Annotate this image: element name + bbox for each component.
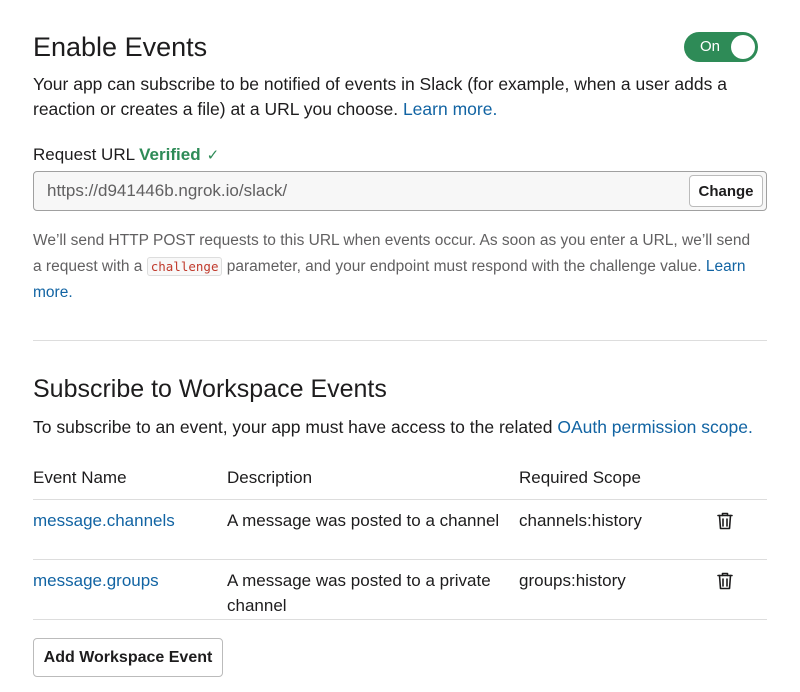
request-url-field[interactable]: https://d941446b.ngrok.io/slack/ Change — [33, 171, 767, 211]
enable-events-toggle[interactable]: On — [684, 32, 758, 62]
oauth-scope-link[interactable]: OAuth permission scope. — [557, 417, 753, 437]
toggle-label: On — [700, 38, 721, 55]
table-row: message.groups A message was posted to a… — [33, 560, 767, 620]
event-description: A message was posted to a private channe… — [227, 571, 491, 615]
challenge-code: challenge — [146, 257, 223, 276]
workspace-events-subtitle: To subscribe to an event, your app must … — [33, 415, 767, 440]
column-description: Description — [227, 468, 313, 487]
toggle-knob — [731, 35, 755, 59]
event-scope: channels:history — [519, 511, 642, 530]
trash-icon[interactable] — [714, 570, 736, 592]
workspace-events-table: Event Name Description Required Scope me… — [33, 462, 767, 620]
intro-text: Your app can subscribe to be notified of… — [33, 74, 727, 119]
event-scope: groups:history — [519, 571, 626, 590]
verified-label: Verified — [139, 145, 201, 164]
add-workspace-event-button[interactable]: Add Workspace Event — [33, 638, 223, 677]
subtitle-text: To subscribe to an event, your app must … — [33, 417, 558, 437]
event-name-link[interactable]: message.channels — [33, 508, 175, 533]
enable-events-header: Enable Events On — [33, 32, 767, 66]
section-divider — [33, 340, 767, 341]
learn-more-link[interactable]: Learn more. — [403, 99, 497, 119]
table-row: message.channels A message was posted to… — [33, 500, 767, 560]
request-url-label: Request URL — [33, 145, 135, 164]
event-description: A message was posted to a channel — [227, 511, 500, 530]
request-url-value: https://d941446b.ngrok.io/slack/ — [47, 181, 288, 200]
page-title: Enable Events — [33, 32, 208, 62]
request-url-help: We’ll send HTTP POST requests to this UR… — [33, 228, 761, 306]
workspace-events-title: Subscribe to Workspace Events — [33, 375, 387, 403]
request-url-label-row: Request URL Verified ✓ — [33, 144, 219, 166]
trash-icon[interactable] — [714, 510, 736, 532]
column-event-name: Event Name — [33, 468, 127, 487]
change-url-button[interactable]: Change — [689, 175, 763, 207]
events-intro: Your app can subscribe to be notified of… — [33, 72, 733, 122]
column-required-scope: Required Scope — [519, 468, 641, 487]
event-name-link[interactable]: message.groups — [33, 568, 159, 593]
help-text-2: parameter, and your endpoint must respon… — [222, 258, 706, 275]
check-icon: ✓ — [206, 147, 220, 164]
table-header: Event Name Description Required Scope — [33, 462, 767, 500]
